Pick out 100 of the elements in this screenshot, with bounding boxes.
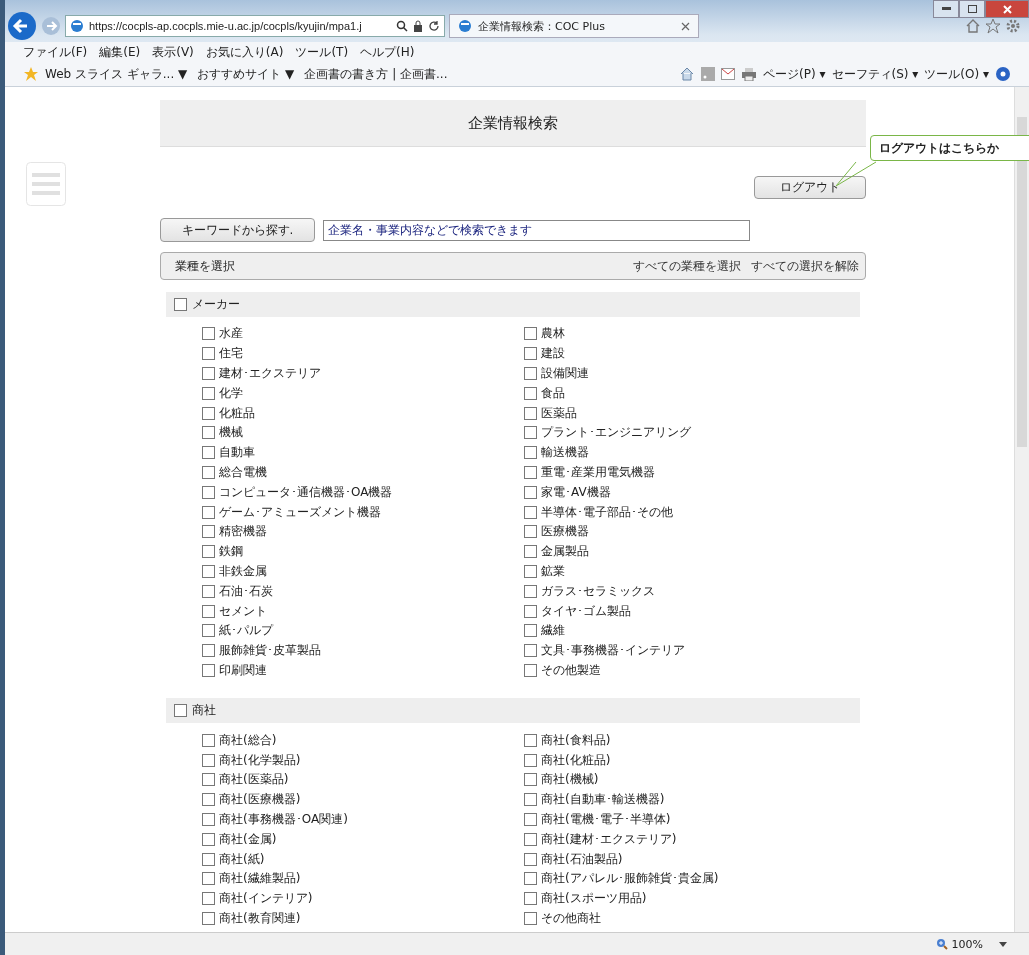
home-icon[interactable] (679, 67, 696, 81)
refresh-icon[interactable] (428, 20, 440, 32)
checkbox[interactable] (524, 624, 537, 638)
checkbox[interactable] (202, 644, 215, 658)
keyword-search-button[interactable]: キーワードから探す. (160, 218, 315, 242)
menu-item[interactable]: 表示(V) (152, 43, 194, 61)
command-menu[interactable]: セーフティ(S) ▾ (831, 65, 919, 83)
scrollbar[interactable] (1014, 87, 1029, 932)
checkbox[interactable] (524, 793, 537, 807)
checkbox[interactable] (524, 832, 537, 846)
address-bar[interactable]: https://cocpls-ap.cocpls.mie-u.ac.jp/cocpls/kyujin/mpa1.j (65, 15, 445, 37)
search-icon[interactable] (396, 20, 408, 32)
checkbox[interactable] (524, 525, 537, 539)
favorite-link[interactable]: Web スライス ギャラ... ▼ (45, 65, 188, 83)
checkbox[interactable] (202, 852, 215, 866)
checkbox[interactable] (202, 545, 215, 559)
printer-icon[interactable] (741, 67, 758, 81)
checkbox[interactable] (202, 525, 215, 539)
logout-button[interactable]: ログアウト (754, 176, 866, 199)
checkbox[interactable] (202, 485, 215, 499)
command-menu[interactable]: ツール(O) ▾ (924, 65, 989, 83)
menu-item[interactable]: ファイル(F) (23, 43, 88, 61)
close-button[interactable] (985, 0, 1029, 18)
checkbox[interactable] (202, 347, 215, 361)
callout: ログアウトはこちらか (870, 135, 1029, 161)
checkbox[interactable] (202, 584, 215, 598)
help-icon[interactable] (995, 66, 1011, 82)
favorites-star-icon[interactable] (23, 67, 39, 81)
dropdown-icon[interactable] (999, 941, 1007, 947)
zoom-icon[interactable] (935, 938, 948, 950)
checkbox[interactable] (202, 426, 215, 440)
select-all-link[interactable]: すべての業種を選択 (633, 257, 741, 275)
industry-option: 輸送機器 (541, 444, 589, 462)
checkbox[interactable] (202, 663, 215, 677)
checkbox[interactable] (524, 604, 537, 618)
command-menu[interactable]: ページ(P) ▾ (763, 65, 826, 83)
checkbox[interactable] (202, 327, 215, 341)
favorite-link[interactable]: おすすめサイト ▼ (197, 65, 295, 83)
checkbox[interactable] (202, 872, 215, 886)
checkbox[interactable] (524, 753, 537, 767)
checkbox[interactable] (524, 911, 537, 925)
clear-all-link[interactable]: すべての選択を解除 (751, 257, 859, 275)
checkbox[interactable] (202, 832, 215, 846)
checkbox[interactable] (202, 773, 215, 787)
category-header[interactable]: メーカー (166, 292, 860, 317)
checkbox[interactable] (202, 564, 215, 578)
checkbox[interactable] (524, 773, 537, 787)
mail-icon[interactable] (721, 68, 736, 80)
checkbox[interactable] (202, 624, 215, 638)
checkbox[interactable] (202, 753, 215, 767)
maximize-button[interactable] (959, 0, 985, 18)
checkbox[interactable] (524, 663, 537, 677)
checkbox[interactable] (202, 367, 215, 380)
checkbox[interactable] (174, 704, 187, 718)
category-header[interactable]: 商社 (166, 698, 860, 724)
close-icon[interactable] (681, 21, 690, 31)
checkbox[interactable] (524, 406, 537, 420)
checkbox[interactable] (202, 892, 215, 906)
checkbox[interactable] (202, 386, 215, 400)
checkbox[interactable] (524, 872, 537, 886)
checkbox[interactable] (524, 386, 537, 400)
checkbox[interactable] (524, 505, 537, 519)
checkbox[interactable] (524, 367, 537, 380)
checkbox[interactable] (524, 852, 537, 866)
checkbox[interactable] (524, 485, 537, 499)
favorite-link[interactable]: 企画書の書き方 | 企画書... (304, 65, 448, 83)
checkbox[interactable] (202, 406, 215, 420)
menu-item[interactable]: ツール(T) (295, 43, 349, 61)
checkbox[interactable] (524, 733, 537, 747)
checkbox[interactable] (524, 584, 537, 598)
checkbox[interactable] (524, 465, 537, 479)
checkbox[interactable] (202, 733, 215, 747)
checkbox[interactable] (524, 812, 537, 826)
checkbox[interactable] (524, 446, 537, 460)
checkbox[interactable] (202, 446, 215, 460)
checkbox[interactable] (202, 505, 215, 519)
checkbox[interactable] (524, 644, 537, 658)
minimize-button[interactable] (933, 0, 959, 18)
checkbox[interactable] (202, 604, 215, 618)
checkbox[interactable] (524, 564, 537, 578)
home-icon[interactable] (965, 18, 981, 34)
star-icon[interactable] (985, 18, 1001, 34)
menu-item[interactable]: ヘルプ(H) (360, 43, 415, 61)
checkbox[interactable] (524, 426, 537, 440)
search-field[interactable]: 企業名・事業内容などで検索できます (323, 219, 750, 241)
checkbox[interactable] (202, 911, 215, 925)
zoom-level[interactable]: 100% (951, 937, 983, 951)
browser-tab[interactable]: 企業情報検索：COC Plus (449, 14, 699, 38)
checkbox[interactable] (202, 793, 215, 807)
checkbox[interactable] (524, 347, 537, 361)
checkbox[interactable] (174, 298, 187, 311)
settings-icon[interactable] (1005, 18, 1021, 34)
checkbox[interactable] (202, 465, 215, 479)
checkbox[interactable] (202, 812, 215, 826)
menu-item[interactable]: 編集(E) (99, 43, 141, 61)
menu-item[interactable]: お気に入り(A) (205, 43, 284, 61)
checkbox[interactable] (524, 545, 537, 559)
checkbox[interactable] (524, 327, 537, 341)
back-button[interactable] (7, 11, 37, 41)
checkbox[interactable] (524, 892, 537, 906)
